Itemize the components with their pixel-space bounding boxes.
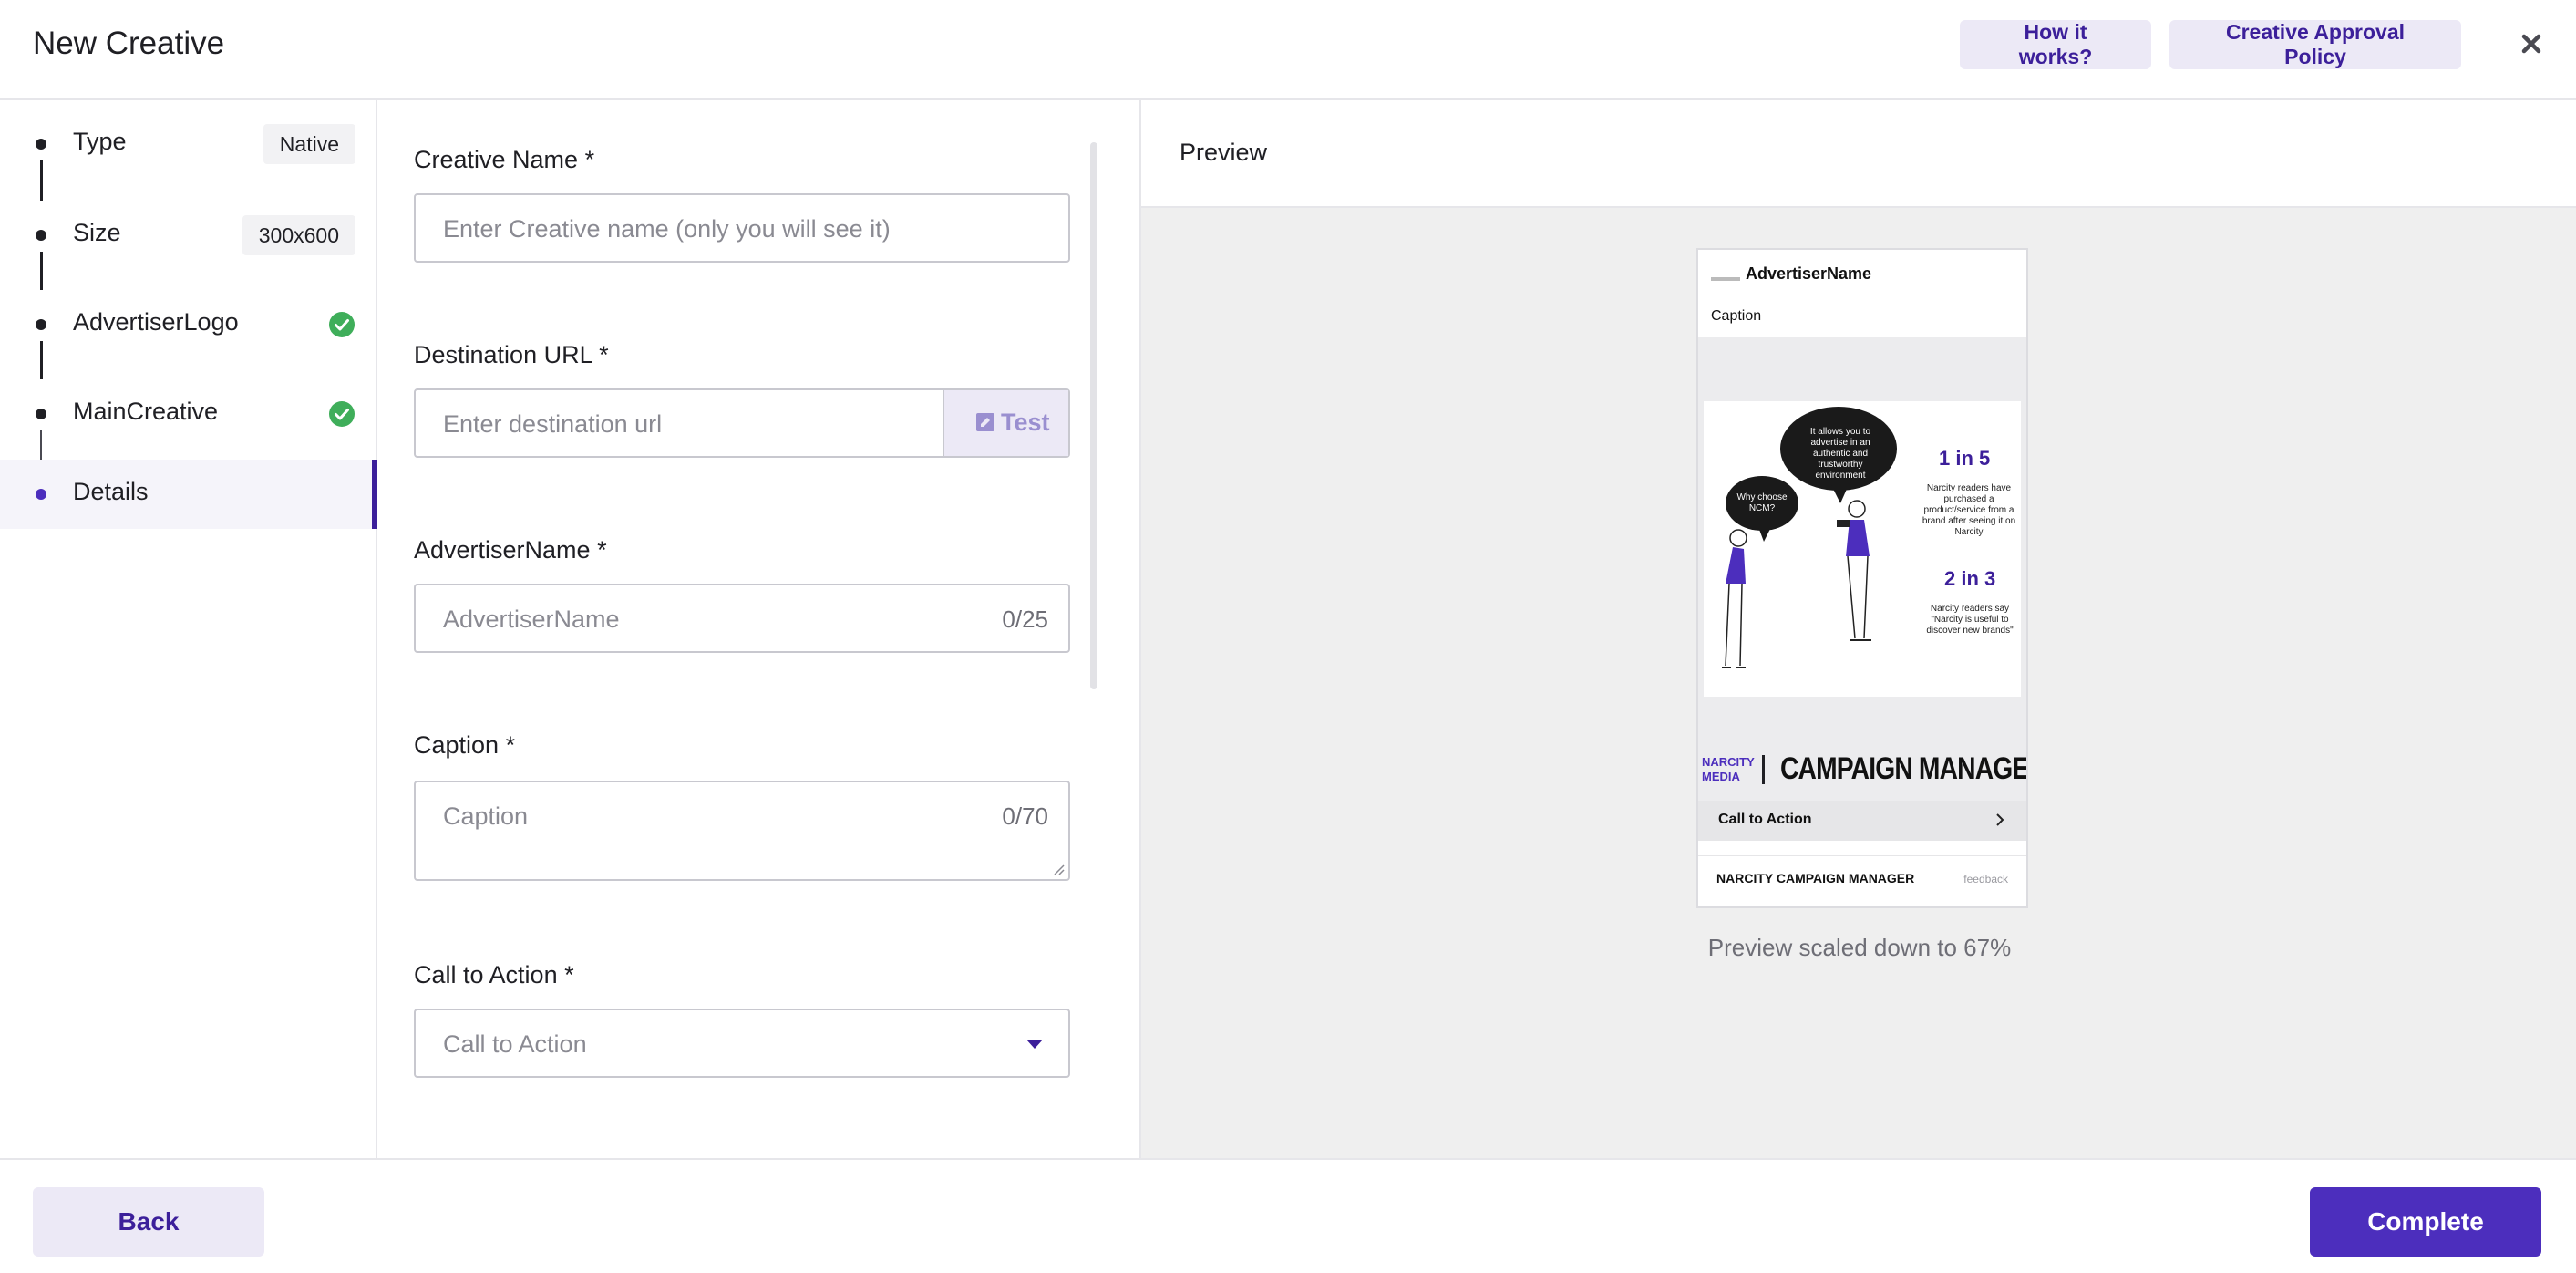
step-size[interactable]: Size 300x600 [0, 201, 377, 270]
stat-one: 1 in 5 [1939, 447, 1991, 470]
card-footer: NARCITY CAMPAIGN MANAGER feedback [1698, 855, 2026, 906]
chevron-down-icon [1026, 1040, 1043, 1049]
form-scrollbar[interactable] [1090, 142, 1097, 689]
step-dot [36, 409, 46, 419]
campaign-manager-wordmark: CAMPAIGN MANAGER [1780, 751, 2028, 786]
creative-name-placeholder: Enter Creative name (only you will see i… [443, 215, 891, 243]
caption-label: Caption * [414, 731, 516, 759]
main-creative-image: It allows you to advertise in an authent… [1704, 401, 2021, 697]
stat-one-text: Narcity readers have purchased a product… [1922, 483, 2016, 537]
card-caption: Caption [1711, 308, 1762, 324]
caption-counter: 0/70 [1002, 802, 1048, 830]
brand-banner: NARCITY MEDIA CAMPAIGN MANAGER [1702, 750, 2026, 792]
step-label: Details [73, 478, 149, 505]
step-connector [40, 160, 43, 201]
step-label: MainCreative [73, 398, 219, 425]
preview-header: Preview [1141, 100, 2576, 208]
step-advertiser-logo[interactable]: AdvertiserLogo [0, 290, 377, 359]
preview-scale-note: Preview scaled down to 67% [1707, 934, 2012, 961]
destination-url-input[interactable]: Enter destination url Test [414, 388, 1070, 458]
bubble-large-text: It allows you to advertise in an authent… [1809, 427, 1871, 481]
test-label: Test [1001, 409, 1050, 436]
destination-url-label: Destination URL * [414, 341, 609, 368]
destination-url-placeholder: Enter destination url [443, 410, 663, 438]
check-circle-icon [329, 312, 355, 337]
narcity-media-logo: NARCITY MEDIA [1702, 755, 1755, 783]
step-label: Size [73, 219, 121, 246]
caption-placeholder: Caption [443, 802, 529, 830]
card-advertiser-name: AdvertiserName [1746, 264, 1872, 283]
advertiser-name-label: AdvertiserName * [414, 536, 607, 564]
step-dot [36, 319, 46, 330]
complete-button[interactable]: Complete [2310, 1187, 2541, 1257]
close-icon[interactable] [2511, 24, 2551, 64]
brand-divider [1762, 755, 1765, 784]
advertiser-name-input[interactable]: AdvertiserName 0/25 [414, 584, 1070, 653]
page-title: New Creative [33, 26, 225, 61]
step-connector [40, 341, 43, 379]
step-type[interactable]: Type Native [0, 109, 377, 179]
step-dot [36, 139, 46, 150]
step-tag: Native [263, 124, 355, 164]
ad-preview-card: AdvertiserName Caption It allows you to … [1696, 248, 2028, 908]
card-header: AdvertiserName Caption [1698, 250, 2026, 337]
step-dot [36, 489, 46, 500]
creative-name-label: Creative Name * [414, 146, 595, 173]
step-details[interactable]: Details [0, 460, 377, 529]
steps-sidebar: Type Native Size 300x600 AdvertiserLogo … [0, 100, 377, 1158]
chevron-right-icon [1996, 813, 2004, 826]
how-it-works-button[interactable]: How it works? [1960, 20, 2151, 69]
advertiser-logo [1711, 277, 1740, 281]
step-label: AdvertiserLogo [73, 308, 239, 336]
stat-two: 2 in 3 [1944, 567, 1996, 590]
step-tag: 300x600 [242, 215, 355, 255]
resize-handle-icon[interactable] [1052, 863, 1065, 875]
card-cta: Call to Action [1698, 801, 2026, 841]
test-url-button[interactable]: Test [943, 390, 1068, 456]
card-cta-label: Call to Action [1718, 812, 1812, 827]
call-to-action-placeholder: Call to Action [443, 1030, 587, 1058]
call-to-action-select[interactable]: Call to Action [414, 1009, 1070, 1078]
creative-name-input[interactable]: Enter Creative name (only you will see i… [414, 193, 1070, 263]
bubble-small-text: Why choose NCM? [1736, 492, 1788, 513]
stat-two-text: Narcity readers say "Narcity is useful t… [1926, 604, 2014, 636]
advertiser-name-counter: 0/25 [1002, 605, 1048, 633]
step-main-creative[interactable]: MainCreative [0, 379, 377, 449]
active-step-indicator [372, 460, 377, 529]
back-button[interactable]: Back [33, 1187, 264, 1257]
preview-title: Preview [1180, 139, 1268, 166]
step-label: Type [73, 128, 127, 155]
check-circle-icon [329, 401, 355, 427]
preview-pane: Preview AdvertiserName Caption It allows… [1139, 100, 2576, 1158]
feedback-link: feedback [1963, 873, 2008, 885]
caption-textarea[interactable]: Caption 0/70 [414, 781, 1070, 881]
edit-icon [976, 413, 994, 431]
footer-bar: Back Complete [0, 1158, 2576, 1273]
header: New Creative How it works? Creative Appr… [0, 0, 2576, 100]
details-form: Creative Name * Enter Creative name (onl… [379, 100, 1138, 1158]
step-connector [40, 252, 43, 290]
card-footer-label: NARCITY CAMPAIGN MANAGER [1716, 871, 1915, 885]
call-to-action-label: Call to Action * [414, 961, 574, 988]
approval-policy-button[interactable]: Creative Approval Policy [2169, 20, 2461, 69]
advertiser-name-placeholder: AdvertiserName [443, 605, 620, 633]
step-dot [36, 230, 46, 241]
